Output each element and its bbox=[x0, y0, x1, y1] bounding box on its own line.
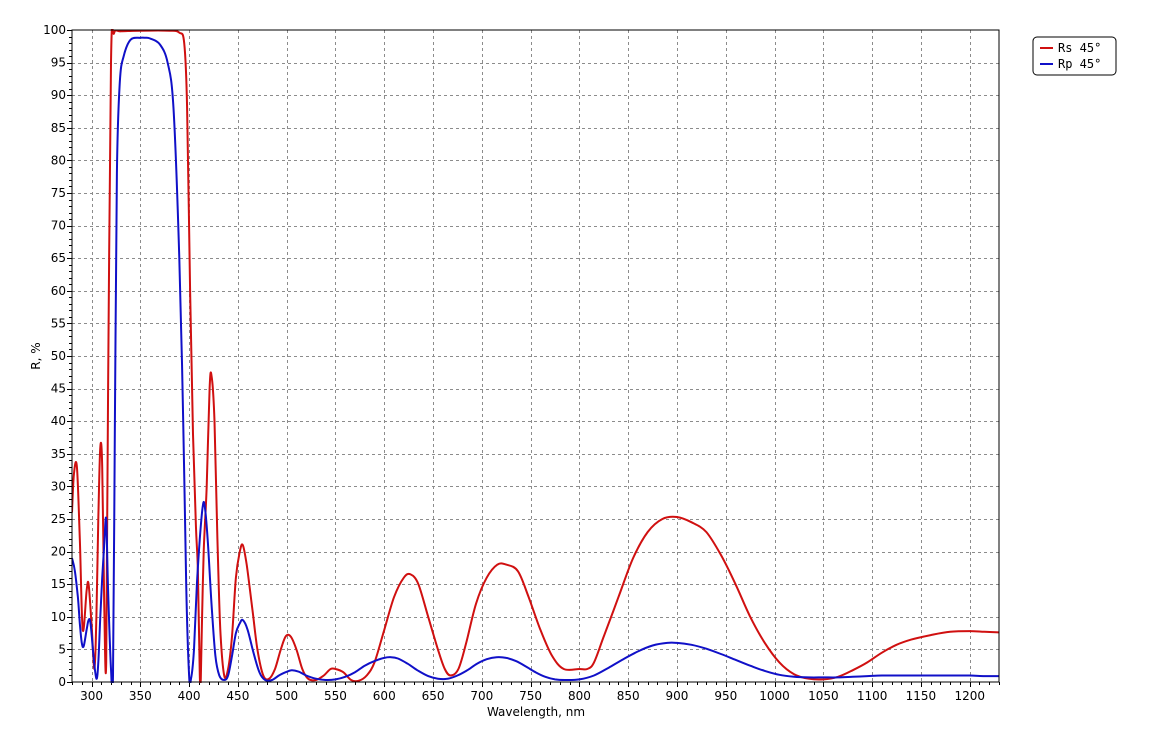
y-tick-label: 50 bbox=[51, 349, 66, 363]
y-tick-label: 85 bbox=[51, 121, 66, 135]
legend: Rs 45° Rp 45° bbox=[1032, 36, 1117, 76]
y-tick-labels: 0 5 10 15 20 25 30 35 40 45 50 55 60 65 70 75 80 85 90 95 10… bbox=[43, 23, 66, 689]
y-tick-label: 25 bbox=[51, 512, 66, 526]
x-tick-label: 850 bbox=[617, 689, 640, 703]
x-tick-label: 1050 bbox=[808, 689, 839, 703]
x-tick-label: 350 bbox=[129, 689, 152, 703]
y-tick-label: 15 bbox=[51, 577, 66, 591]
legend-label-rp-45: Rp 45° bbox=[1058, 57, 1101, 71]
y-tick-label: 30 bbox=[51, 479, 66, 493]
y-tick-label: 90 bbox=[51, 88, 66, 102]
x-tick-label: 450 bbox=[226, 689, 249, 703]
x-tick-labels: 300 350 400 450 500 550 600 650 700 750 800 850 900 9… bbox=[80, 689, 985, 703]
x-tick-label: 550 bbox=[324, 689, 347, 703]
x-tick-label: 750 bbox=[519, 689, 542, 703]
x-tick-label: 1200 bbox=[954, 689, 985, 703]
x-tick-label: 900 bbox=[666, 689, 689, 703]
x-tick-label: 300 bbox=[80, 689, 103, 703]
y-tick-label: 80 bbox=[51, 153, 66, 167]
y-tick-label: 60 bbox=[51, 284, 66, 298]
x-tick-label: 1100 bbox=[857, 689, 888, 703]
x-tick-label: 950 bbox=[714, 689, 737, 703]
x-axis-label: Wavelength, nm bbox=[487, 705, 585, 719]
y-tick-label: 45 bbox=[51, 382, 66, 396]
y-tick-label: 20 bbox=[51, 545, 66, 559]
x-tick-label: 800 bbox=[568, 689, 591, 703]
y-tick-label: 65 bbox=[51, 251, 66, 265]
y-axis-label: R, % bbox=[29, 342, 43, 369]
y-tick-label: 100 bbox=[43, 23, 66, 37]
y-tick-label: 35 bbox=[51, 447, 66, 461]
x-tick-label: 400 bbox=[178, 689, 201, 703]
y-tick-label: 10 bbox=[51, 610, 66, 624]
y-tick-label: 40 bbox=[51, 414, 66, 428]
y-tick-label: 0 bbox=[58, 675, 66, 689]
x-tick-label: 650 bbox=[422, 689, 445, 703]
x-tick-label: 600 bbox=[373, 689, 396, 703]
reflectance-chart: 300 350 400 450 500 550 600 650 700 750 800 850 900 9… bbox=[29, 23, 1117, 719]
y-tick-label: 70 bbox=[51, 219, 66, 233]
x-tick-label: 700 bbox=[470, 689, 493, 703]
y-tick-label: 95 bbox=[51, 56, 66, 70]
x-tick-label: 1150 bbox=[906, 689, 937, 703]
y-tick-label: 5 bbox=[58, 642, 66, 656]
y-tick-label: 75 bbox=[51, 186, 66, 200]
x-tick-label: 1000 bbox=[759, 689, 790, 703]
x-tick-label: 500 bbox=[275, 689, 298, 703]
legend-label-rs-45: Rs 45° bbox=[1058, 41, 1101, 55]
y-tick-label: 55 bbox=[51, 316, 66, 330]
